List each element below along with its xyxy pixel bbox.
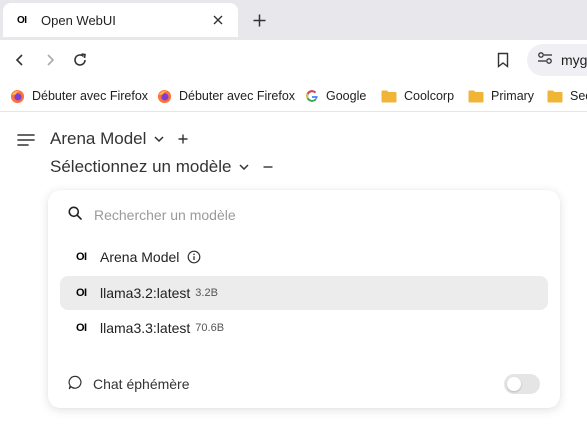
model-option-name: Arena Model [100, 249, 180, 265]
open-webui-logo-icon: OI [76, 322, 87, 334]
bookmark-icon[interactable] [491, 48, 515, 72]
firefox-icon [10, 89, 25, 103]
ephemeral-chat-toggle[interactable] [504, 374, 540, 394]
google-icon [306, 90, 318, 102]
url-text: myg [561, 52, 587, 68]
folder-icon [468, 90, 484, 102]
model-option-size: 3.2B [195, 287, 218, 299]
close-icon[interactable] [208, 10, 228, 30]
add-model-plus-icon[interactable] [178, 134, 188, 144]
site-settings-icon[interactable] [537, 51, 553, 70]
model-option-size: 70.6B [195, 322, 225, 334]
bookmark-firefox-1[interactable]: Débuter avec Firefox [10, 86, 148, 106]
reload-icon[interactable] [68, 48, 92, 72]
bookmark-folder-sec[interactable]: Sec [547, 86, 587, 106]
browser-toolbar: myg [0, 40, 587, 80]
url-bar[interactable]: myg [527, 44, 587, 76]
model-option-name: llama3.2:latest [100, 285, 191, 301]
model-label-select[interactable]: Sélectionnez un modèle [50, 157, 231, 177]
model-search-input[interactable] [94, 207, 494, 223]
open-webui-favicon-icon: OI [17, 14, 27, 26]
bookmark-google[interactable]: Google [305, 86, 366, 106]
info-icon[interactable] [187, 250, 201, 264]
folder-icon [547, 90, 563, 102]
tab-title: Open WebUI [41, 12, 116, 28]
model-selector-select: Sélectionnez un modèle [50, 155, 273, 179]
folder-icon [381, 90, 397, 102]
tab-strip: OI Open WebUI [0, 0, 587, 40]
toggle-knob [507, 377, 521, 391]
bookmark-folder-primary[interactable]: Primary [468, 86, 534, 106]
model-option-llama32[interactable]: OI llama3.2:latest 3.2B [60, 276, 548, 310]
model-option-llama33[interactable]: OI llama3.3:latest 70.6B [60, 311, 548, 345]
chevron-down-icon[interactable] [239, 164, 249, 170]
menu-icon[interactable] [17, 133, 35, 149]
forward-arrow-icon[interactable] [38, 48, 62, 72]
firefox-icon [157, 89, 172, 103]
model-selector-arena: Arena Model [50, 127, 188, 151]
ephemeral-chat-label: Chat éphémère [93, 376, 190, 392]
search-icon [68, 206, 82, 225]
back-arrow-icon[interactable] [8, 48, 32, 72]
bookmark-folder-coolcorp[interactable]: Coolcorp [381, 86, 454, 106]
bookmark-firefox-2[interactable]: Débuter avec Firefox [157, 86, 295, 106]
model-dropdown: OI Arena Model OI llama3.2:latest 3.2B O… [48, 190, 560, 408]
chevron-down-icon[interactable] [154, 136, 164, 142]
model-option-name: llama3.3:latest [100, 320, 191, 336]
open-webui-logo-icon: OI [76, 251, 87, 263]
open-webui-logo-icon: OI [76, 287, 87, 299]
ephemeral-chat-row: Chat éphémère [68, 372, 540, 396]
remove-model-minus-icon[interactable] [263, 162, 273, 172]
model-option-arena[interactable]: OI Arena Model [60, 240, 548, 274]
chat-bubble-icon [68, 375, 83, 393]
new-tab-plus-icon[interactable] [246, 8, 272, 32]
tab-open-webui[interactable]: OI Open WebUI [3, 3, 238, 37]
model-label-arena[interactable]: Arena Model [50, 129, 146, 149]
bookmarks-bar: Débuter avec Firefox Débuter avec Firefo… [0, 80, 587, 112]
model-search [68, 200, 538, 230]
